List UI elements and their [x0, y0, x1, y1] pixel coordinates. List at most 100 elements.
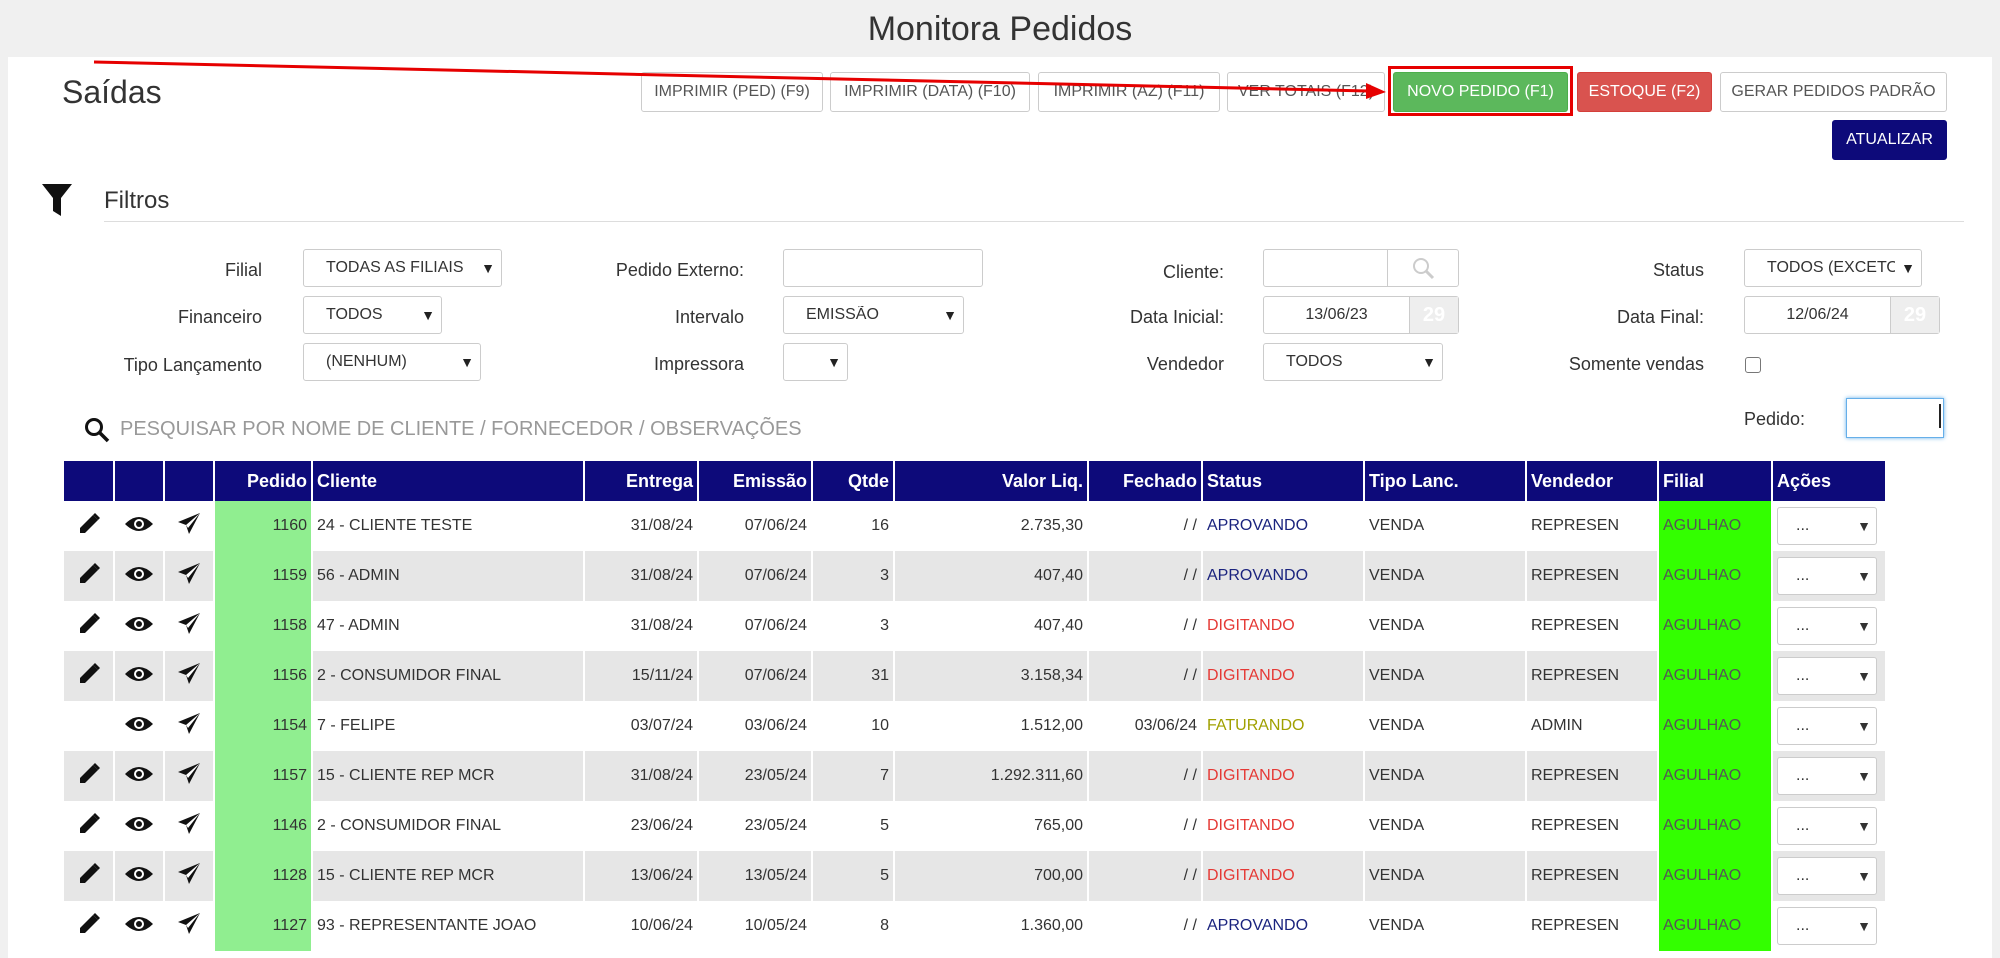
- actions-select[interactable]: ... ▼: [1777, 607, 1877, 645]
- pencil-icon[interactable]: [76, 861, 102, 887]
- eye-icon[interactable]: [124, 913, 154, 935]
- status-select[interactable]: TODOS (EXCETO ▼: [1744, 249, 1922, 287]
- impressora-select[interactable]: ▼: [783, 343, 848, 381]
- tipo-lancamento-label: Tipo Lançamento: [123, 355, 262, 375]
- status-cell: DIGITANDO: [1202, 851, 1365, 901]
- send-cell: [164, 551, 215, 601]
- paper-plane-icon[interactable]: [177, 712, 201, 736]
- fechado-cell: / /: [1088, 601, 1203, 651]
- generate-default-orders-button[interactable]: GERAR PEDIDOS PADRÃO: [1720, 72, 1947, 112]
- chevron-down-icon: ▼: [1857, 568, 1871, 584]
- pencil-icon[interactable]: [76, 561, 102, 587]
- calendar-icon[interactable]: 29: [1409, 297, 1458, 333]
- view-totals-button[interactable]: VER TOTAIS (F12): [1227, 72, 1385, 112]
- col-vendedor-header[interactable]: Vendedor: [1526, 461, 1659, 501]
- calendar-icon[interactable]: 29: [1890, 297, 1939, 333]
- col-pedido-header[interactable]: Pedido: [214, 461, 313, 501]
- paper-plane-icon[interactable]: [177, 862, 201, 886]
- cliente-search-button[interactable]: [1387, 250, 1458, 286]
- actions-select[interactable]: ... ▼: [1777, 907, 1877, 945]
- col-valor-header[interactable]: Valor Liq.: [894, 461, 1089, 501]
- data-final-input[interactable]: 12/06/24 29: [1744, 296, 1940, 334]
- chevron-down-icon: ▼: [481, 260, 495, 276]
- actions-select[interactable]: ... ▼: [1777, 757, 1877, 795]
- intervalo-select[interactable]: EMISSÃO ▼: [783, 296, 964, 334]
- tipo-lancamento-select[interactable]: (NENHUM) ▼: [303, 343, 481, 381]
- search-icon[interactable]: [84, 417, 110, 443]
- chevron-down-icon: ▼: [1857, 918, 1871, 934]
- eye-icon[interactable]: [124, 513, 154, 535]
- entrega-cell: 31/08/24: [584, 551, 699, 601]
- stock-button[interactable]: ESTOQUE (F2): [1577, 72, 1712, 112]
- edit-cell: [64, 851, 115, 901]
- pedido-filter-input[interactable]: [1846, 398, 1944, 438]
- cliente-cell: 2 - CONSUMIDOR FINAL: [312, 651, 585, 701]
- refresh-button[interactable]: ATUALIZAR: [1832, 120, 1947, 160]
- eye-icon[interactable]: [124, 863, 154, 885]
- actions-select[interactable]: ... ▼: [1777, 657, 1877, 695]
- vendedor-cell: REPRESEN: [1526, 501, 1659, 551]
- eye-icon[interactable]: [124, 663, 154, 685]
- actions-select[interactable]: ... ▼: [1777, 707, 1877, 745]
- actions-select[interactable]: ... ▼: [1777, 557, 1877, 595]
- paper-plane-icon[interactable]: [177, 612, 201, 636]
- filial-select[interactable]: TODAS AS FILIAIS ▼: [303, 249, 502, 287]
- qtde-cell: 16: [812, 501, 895, 551]
- eye-icon[interactable]: [124, 713, 154, 735]
- pedido-cell: 1157: [214, 751, 313, 801]
- eye-icon[interactable]: [124, 613, 154, 635]
- edit-cell: [64, 901, 115, 951]
- table-row: 1159 56 - ADMIN 31/08/24 07/06/24 3 407,…: [64, 551, 1887, 601]
- pencil-icon[interactable]: [76, 511, 102, 537]
- col-tipo-header[interactable]: Tipo Lanc.: [1364, 461, 1527, 501]
- tipo-cell: VENDA: [1364, 801, 1527, 851]
- emissao-cell: 23/05/24: [698, 801, 813, 851]
- paper-plane-icon[interactable]: [177, 762, 201, 786]
- print-date-button[interactable]: IMPRIMIR (DATA) (F10): [830, 72, 1030, 112]
- pencil-icon[interactable]: [76, 611, 102, 637]
- chevron-down-icon: ▼: [1857, 868, 1871, 884]
- actions-select[interactable]: ... ▼: [1777, 807, 1877, 845]
- emissao-cell: 23/05/24: [698, 751, 813, 801]
- actions-select[interactable]: ... ▼: [1777, 857, 1877, 895]
- actions-select[interactable]: ... ▼: [1777, 507, 1877, 545]
- entrega-cell: 23/06/24: [584, 801, 699, 851]
- paper-plane-icon[interactable]: [177, 662, 201, 686]
- qtde-cell: 7: [812, 751, 895, 801]
- col-qtde-header[interactable]: Qtde: [812, 461, 895, 501]
- paper-plane-icon[interactable]: [177, 562, 201, 586]
- filters-divider: [104, 221, 1964, 222]
- print-az-button[interactable]: IMPRIMIR (AZ) (F11): [1038, 72, 1220, 112]
- pencil-icon[interactable]: [76, 911, 102, 937]
- financeiro-select[interactable]: TODOS ▼: [303, 296, 442, 334]
- col-status-header[interactable]: Status: [1202, 461, 1365, 501]
- emissao-cell: 03/06/24: [698, 701, 813, 751]
- somente-vendas-checkbox[interactable]: [1745, 357, 1761, 373]
- col-fechado-header[interactable]: Fechado: [1088, 461, 1203, 501]
- paper-plane-icon[interactable]: [177, 812, 201, 836]
- cliente-input[interactable]: [1263, 249, 1459, 287]
- send-cell: [164, 651, 215, 701]
- print-ped-button[interactable]: IMPRIMIR (PED) (F9): [641, 72, 823, 112]
- pedido-externo-input[interactable]: [783, 249, 983, 287]
- eye-icon[interactable]: [124, 763, 154, 785]
- client-search-input[interactable]: PESQUISAR POR NOME DE CLIENTE / FORNECED…: [120, 418, 802, 441]
- eye-icon[interactable]: [124, 813, 154, 835]
- col-cliente-header[interactable]: Cliente: [312, 461, 585, 501]
- tipo-cell: VENDA: [1364, 751, 1527, 801]
- col-filial-header[interactable]: Filial: [1658, 461, 1773, 501]
- paper-plane-icon[interactable]: [177, 912, 201, 936]
- qtde-cell: 10: [812, 701, 895, 751]
- pencil-icon[interactable]: [76, 811, 102, 837]
- col-emissao-header[interactable]: Emissão: [698, 461, 813, 501]
- pencil-icon[interactable]: [76, 761, 102, 787]
- data-inicial-input[interactable]: 13/06/23 29: [1263, 296, 1459, 334]
- paper-plane-icon[interactable]: [177, 512, 201, 536]
- vendedor-select[interactable]: TODOS ▼: [1263, 343, 1443, 381]
- filial-label: Filial: [224, 260, 262, 280]
- financeiro-label: Financeiro: [177, 307, 262, 327]
- eye-icon[interactable]: [124, 563, 154, 585]
- col-entrega-header[interactable]: Entrega: [584, 461, 699, 501]
- pencil-icon[interactable]: [76, 661, 102, 687]
- tipo-cell: VENDA: [1364, 601, 1527, 651]
